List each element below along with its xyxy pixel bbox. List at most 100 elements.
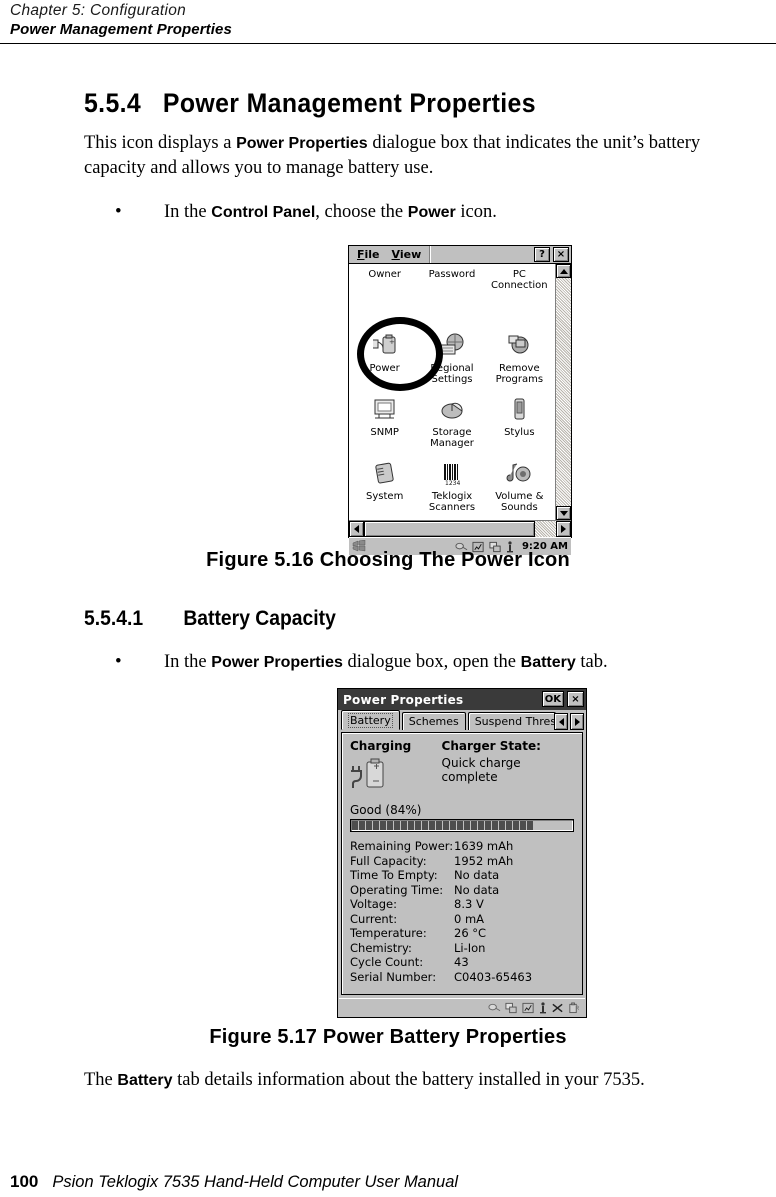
- scroll-up-button[interactable]: [556, 264, 571, 278]
- battery-charging-icon: [350, 757, 442, 797]
- charging-summary: Charging Charger State: Quick charge com…: [350, 739, 574, 797]
- control-panel-item-password[interactable]: Password: [418, 264, 485, 328]
- chevron-down-icon: [559, 510, 568, 516]
- tab-battery[interactable]: Battery: [341, 710, 400, 730]
- ui-term-power-properties: Power Properties: [236, 135, 368, 152]
- control-panel-item-system[interactable]: System: [351, 456, 418, 520]
- close-icon[interactable]: ×: [553, 247, 569, 262]
- charger-state-label: Charger State:: [441, 739, 541, 753]
- control-panel-item-power[interactable]: + Power: [351, 328, 418, 392]
- detail-label: Serial Number:: [350, 969, 437, 984]
- battery-bar-segment: [478, 821, 484, 830]
- control-panel-item-label: Stylus: [504, 427, 535, 438]
- control-panel-item-label: Teklogix Scanners: [428, 491, 476, 513]
- chevron-right-icon: [574, 717, 580, 726]
- intro-text-a: This icon displays a: [84, 133, 237, 153]
- tray-windows-icon[interactable]: [505, 1002, 518, 1014]
- table-row: Time To Empty: No data: [350, 868, 574, 883]
- figure-caption-1: Figure 5.16 Choosing The Power Icon: [206, 549, 570, 571]
- detail-value: No data: [454, 868, 500, 882]
- control-panel-item-volume-sounds[interactable]: Volume & Sounds: [486, 456, 553, 520]
- bullet2-text-a: In the: [164, 652, 212, 672]
- battery-bar-segment: [436, 821, 442, 830]
- control-panel-item-label: Owner: [368, 269, 401, 280]
- detail-value: 1952 mAh: [454, 853, 514, 868]
- table-row: Chemistry: Li-Ion: [350, 941, 574, 956]
- ok-button[interactable]: OK: [541, 691, 564, 707]
- menu-item-file[interactable]: File: [357, 248, 380, 261]
- control-panel-item-storage-manager[interactable]: Storage Manager: [418, 392, 485, 456]
- control-panel-item-label: Regional Settings: [430, 363, 474, 385]
- tab-scroll-buttons: [554, 713, 584, 730]
- tray-no-network-icon[interactable]: [551, 1002, 564, 1014]
- control-panel-item-remove-programs[interactable]: Remove Programs: [486, 328, 553, 392]
- page-number: 100: [10, 1172, 39, 1191]
- tab-suspend-threshold[interactable]: Suspend Thres: [467, 712, 556, 730]
- dialog-title: Power Properties: [343, 692, 464, 707]
- dialog-window-buttons: OK ×: [541, 691, 584, 707]
- battery-bar-segment: [422, 821, 428, 830]
- bullet-list-1: • In the Control Panel, choose the Power …: [84, 200, 752, 225]
- running-head-chapter: Chapter 5: Configuration: [10, 2, 187, 19]
- battery-bar-segment: [352, 821, 358, 830]
- bullet1-text-b: , choose the: [315, 202, 408, 222]
- tray-connection-icon[interactable]: [488, 1002, 501, 1014]
- scroll-right-button[interactable]: [556, 521, 571, 537]
- tray-battery-icon[interactable]: [568, 1002, 579, 1014]
- battery-bar-segment: [450, 821, 456, 830]
- control-panel-item-snmp[interactable]: SNMP: [351, 392, 418, 456]
- detail-label: Time To Empty:: [350, 868, 438, 882]
- control-panel-item-regional-settings[interactable]: Regional Settings: [418, 328, 485, 392]
- control-panel-item-teklogix-scanners[interactable]: 1234 Teklogix Scanners: [418, 456, 485, 520]
- chevron-left-icon: [558, 717, 564, 726]
- section-number: 5.5.4: [84, 88, 142, 118]
- control-panel-menubar: File View ? ×: [349, 246, 571, 264]
- taskbar: [339, 998, 585, 1016]
- storage-manager-icon: [437, 395, 467, 425]
- tab-schemes[interactable]: Schemes: [401, 712, 466, 730]
- battery-bar-segment: [415, 821, 421, 830]
- bullet2-text-c: tab.: [575, 652, 608, 672]
- tray-signal-icon[interactable]: [522, 1002, 535, 1014]
- battery-bar-segment: [464, 821, 470, 830]
- help-button[interactable]: ?: [534, 247, 550, 262]
- detail-value: C0403-65463: [454, 969, 533, 984]
- chevron-up-icon: [559, 268, 568, 274]
- menu-item-view[interactable]: View: [392, 248, 422, 261]
- intro-paragraph: This icon displays a Power Properties di…: [84, 131, 752, 181]
- tab-scroll-right-button[interactable]: [570, 713, 584, 730]
- section-title: Power Management Properties: [162, 88, 536, 118]
- battery-bar-segment: [401, 821, 407, 830]
- tab-scroll-left-button[interactable]: [554, 713, 568, 730]
- tray-stylus-icon[interactable]: [539, 1001, 547, 1014]
- detail-label: Chemistry:: [350, 940, 412, 955]
- battery-bar-segment: [457, 821, 463, 830]
- page-footer: 100 Psion Teklogix 7535 Hand-Held Compute…: [10, 1172, 710, 1192]
- chevron-left-icon: [354, 525, 359, 533]
- battery-status-text: Good (84%): [350, 803, 422, 817]
- scroll-track[interactable]: [556, 278, 571, 506]
- control-panel-item-owner[interactable]: Owner: [351, 264, 418, 328]
- scroll-track-horizontal[interactable]: [364, 521, 556, 537]
- battery-bar-segment: [429, 821, 435, 830]
- horizontal-scrollbar[interactable]: [349, 520, 571, 537]
- ui-term-battery-2: Battery: [117, 1072, 173, 1089]
- control-panel-item-pc-connection[interactable]: PC Connection: [486, 264, 553, 328]
- bullet2-text-b: dialogue box, open the: [342, 652, 521, 672]
- battery-bar-segment: [513, 821, 519, 830]
- scroll-thumb[interactable]: [364, 521, 535, 537]
- scroll-left-button[interactable]: [349, 521, 364, 537]
- manual-title: Psion Teklogix 7535 Hand-Held Computer U…: [52, 1173, 459, 1191]
- table-row: Temperature: 26 °C: [350, 926, 574, 941]
- bullet1-text-c: icon.: [455, 202, 497, 222]
- battery-bar-segment: [366, 821, 372, 830]
- header-rule: [0, 43, 776, 44]
- vertical-scrollbar[interactable]: [555, 264, 571, 520]
- battery-bar-segment: [527, 821, 533, 830]
- control-panel-window: File View ? × Owner Password PC Connecti…: [348, 245, 572, 555]
- scroll-down-button[interactable]: [556, 506, 571, 520]
- closing-paragraph: The Battery tab details information abou…: [84, 1068, 752, 1093]
- control-panel-item-stylus[interactable]: Stylus: [486, 392, 553, 456]
- system-icon: [370, 459, 400, 489]
- close-icon[interactable]: ×: [567, 691, 584, 707]
